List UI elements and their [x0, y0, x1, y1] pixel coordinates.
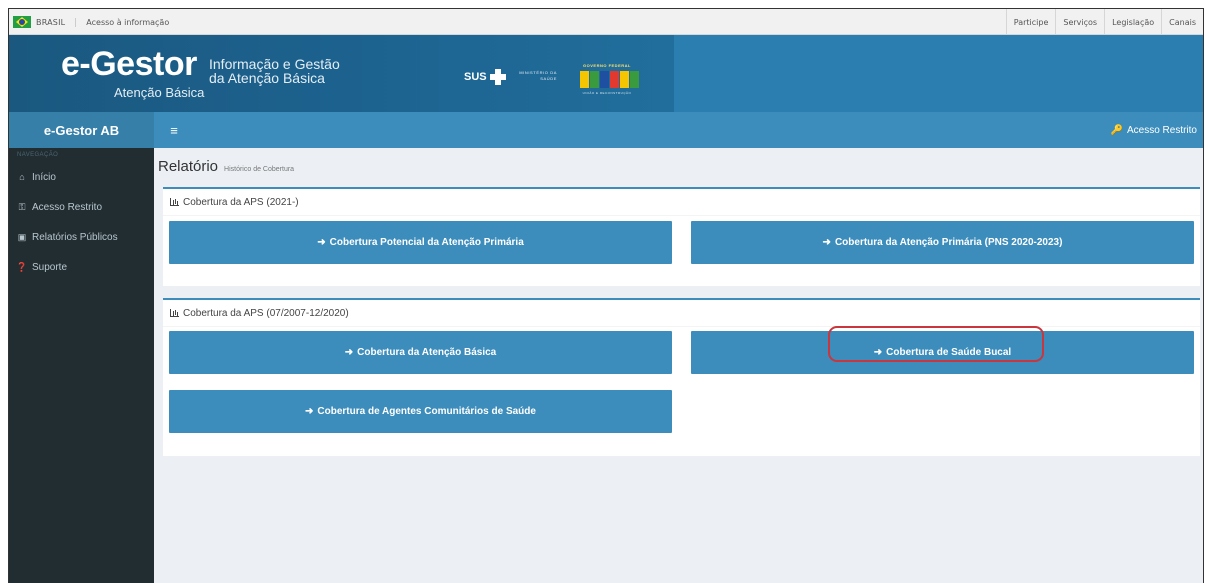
sus-logo: SUS: [464, 69, 506, 85]
gov-logo-top: GOVERNO FEDERAL: [583, 63, 631, 68]
sidebar-item-label: Início: [32, 171, 56, 183]
section-heading-label: Cobertura da APS (2021-): [183, 196, 299, 208]
bar-chart-icon: [170, 309, 179, 317]
sidebar-item-suporte[interactable]: ❓ Suporte: [9, 252, 154, 282]
servicos-link[interactable]: Serviços: [1055, 9, 1104, 35]
arrow-right-icon: ➜: [305, 406, 314, 417]
section-box-aps-2007-2020: Cobertura da APS (07/2007-12/2020) ➜ Cob…: [163, 298, 1200, 456]
brazil-flag-icon: [13, 16, 31, 28]
page-title: Relatório: [158, 158, 219, 175]
arrow-right-icon: ➜: [317, 237, 326, 248]
arrow-right-icon: ➜: [873, 347, 883, 358]
ministry-logo: MINISTÉRIO DA SAÚDE: [509, 70, 557, 82]
sidebar-heading: NAVEGAÇÃO: [17, 152, 59, 158]
restricted-access-link[interactable]: 🔑 Acesso Restrito: [1111, 112, 1197, 148]
button-label: Cobertura de Saúde Bucal: [886, 347, 1012, 358]
top-navbar: e-Gestor AB ≡ 🔑 Acesso Restrito: [9, 112, 1203, 148]
sidebar: NAVEGAÇÃO ⌂ Início ⚿ Acesso Restrito ▣ R…: [9, 148, 154, 583]
logo-description-line-2: da Atenção Básica: [209, 70, 325, 86]
button-label: Cobertura Potencial da Atenção Primária: [329, 237, 524, 248]
key-icon: ⚿: [18, 201, 26, 212]
gov-logo-blocks: [580, 71, 639, 88]
cobertura-saude-bucal-button[interactable]: ➜ Cobertura de Saúde Bucal: [691, 331, 1194, 374]
ministry-line-2: SAÚDE: [540, 76, 557, 81]
monitor-icon: ▣: [17, 231, 27, 242]
egestor-logo[interactable]: e-Gestor: [61, 45, 197, 84]
button-label: Cobertura da Atenção Básica: [357, 347, 497, 358]
federal-government-logo: GOVERNO FEDERAL UNIÃO E RECONSTRUÇÃO: [572, 63, 642, 97]
sidebar-item-label: Acesso Restrito: [32, 201, 103, 213]
question-circle-icon: ❓: [16, 261, 28, 272]
cobertura-atencao-basica-button[interactable]: ➜ Cobertura da Atenção Básica: [169, 331, 672, 374]
cobertura-pns-button[interactable]: ➜ Cobertura da Atenção Primária (PNS 202…: [691, 221, 1194, 264]
sidebar-item-acesso-restrito[interactable]: ⚿ Acesso Restrito: [9, 192, 154, 222]
button-label: Cobertura de Agentes Comunitários de Saú…: [317, 406, 536, 417]
button-label: Cobertura da Atenção Primária (PNS 2020-…: [834, 237, 1063, 248]
access-info-link[interactable]: Acesso à informação: [86, 18, 169, 27]
section-heading: Cobertura da APS (07/2007-12/2020): [163, 300, 1200, 327]
gov-logo-bottom: UNIÃO E RECONSTRUÇÃO: [582, 91, 632, 95]
participe-link[interactable]: Participe: [1005, 9, 1056, 35]
header-banner: e-Gestor Atenção Básica Informação e Ges…: [9, 35, 1203, 112]
sidebar-item-relatorios-publicos[interactable]: ▣ Relatórios Públicos: [9, 222, 154, 252]
arrow-right-icon: ➜: [344, 347, 354, 358]
home-icon: ⌂: [19, 172, 25, 182]
menu-toggle-icon[interactable]: ≡: [159, 112, 189, 148]
logo-description: Informação e Gestão da Atenção Básica: [209, 57, 340, 85]
brand-logo[interactable]: e-Gestor AB: [9, 112, 154, 148]
section-heading-label: Cobertura da APS (07/2007-12/2020): [183, 307, 349, 319]
page-header: Relatório Histórico de Cobertura: [158, 158, 294, 175]
app-frame: BRASIL Acesso à informação Participe Ser…: [8, 8, 1204, 583]
logo-description-line-1: Informação e Gestão: [209, 56, 340, 72]
cobertura-potencial-button[interactable]: ➜ Cobertura Potencial da Atenção Primári…: [169, 221, 672, 264]
canais-link[interactable]: Canais: [1161, 9, 1203, 35]
sus-cross-icon: [489, 69, 506, 85]
section-heading: Cobertura da APS (2021-): [163, 189, 1200, 216]
sidebar-item-label: Relatórios Públicos: [32, 231, 118, 243]
key-icon: 🔑: [1110, 124, 1123, 136]
main-content: Relatório Histórico de Cobertura Cobertu…: [154, 148, 1203, 583]
bar-chart-icon: [170, 198, 179, 206]
sidebar-item-label: Suporte: [32, 261, 68, 273]
gov-bar: BRASIL Acesso à informação Participe Ser…: [9, 9, 1203, 35]
section-box-aps-2021: Cobertura da APS (2021-) ➜ Cobertura Pot…: [163, 187, 1200, 286]
logo-subtitle: Atenção Básica: [114, 85, 205, 100]
page-subtitle: Histórico de Cobertura: [224, 166, 295, 173]
cobertura-agentes-comunitarios-button[interactable]: ➜ Cobertura de Agentes Comunitários de S…: [169, 390, 672, 433]
sus-text: SUS: [464, 71, 487, 83]
sidebar-item-inicio[interactable]: ⌂ Início: [9, 162, 154, 192]
legislacao-link[interactable]: Legislação: [1104, 9, 1161, 35]
restricted-access-label: Acesso Restrito: [1126, 124, 1197, 136]
gov-brasil-link[interactable]: BRASIL: [36, 17, 77, 27]
arrow-right-icon: ➜: [822, 237, 831, 248]
